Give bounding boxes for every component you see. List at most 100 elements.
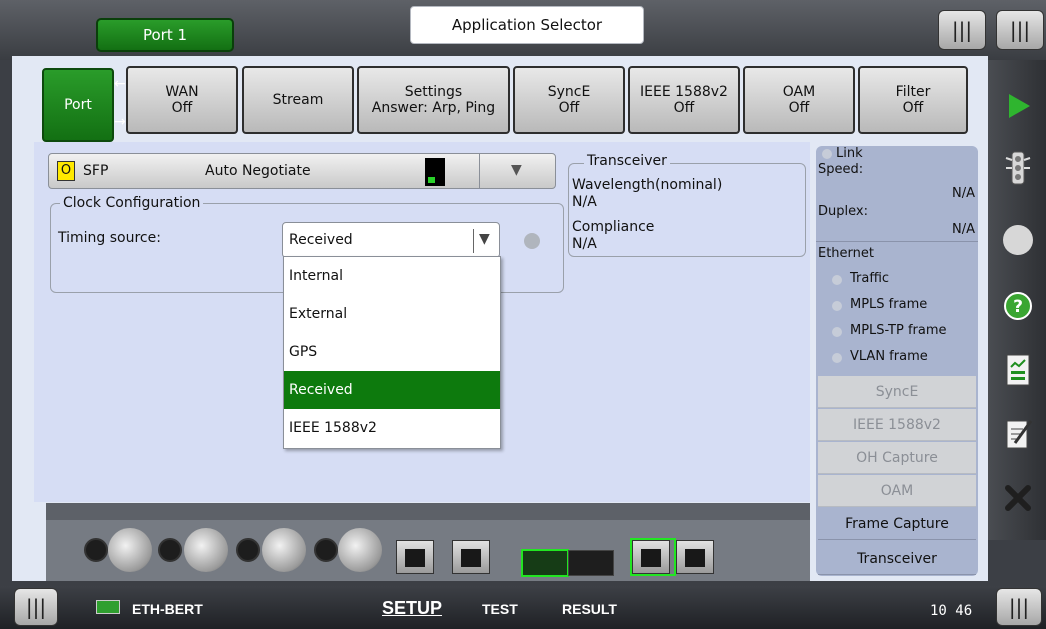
sfp-port-highlight bbox=[521, 549, 569, 577]
tab-wan[interactable]: WAN Off bbox=[126, 66, 238, 134]
dropdown-arrow-icon[interactable]: ▼ bbox=[479, 231, 490, 247]
play-icon[interactable] bbox=[998, 86, 1038, 126]
vlan-frame-label: VLAN frame bbox=[850, 349, 928, 364]
nav-test[interactable]: TEST bbox=[482, 601, 518, 617]
wavelength-value: N/A bbox=[572, 194, 597, 210]
tab-port[interactable]: Port bbox=[42, 68, 114, 142]
clock-configuration-legend: Clock Configuration bbox=[60, 195, 204, 211]
clock-display: 10 46 bbox=[930, 603, 973, 619]
interface-selector[interactable]: O SFP Auto Negotiate ▼ bbox=[48, 153, 556, 189]
option-received[interactable]: Received bbox=[284, 371, 500, 409]
tab-oam-label: OAM bbox=[782, 84, 816, 100]
tab-settings-label: Settings bbox=[404, 84, 463, 100]
application-selector-button[interactable]: Application Selector bbox=[410, 6, 644, 44]
traffic-light-icon[interactable] bbox=[998, 148, 1038, 188]
tab-stream-label: Stream bbox=[272, 92, 324, 108]
arrow-right-icon: → bbox=[114, 114, 126, 130]
app-name: ETH-BERT bbox=[132, 601, 203, 617]
menu-handle-icon[interactable]: ||| bbox=[938, 10, 986, 50]
tab-ieee-label: IEEE 1588v2 bbox=[640, 84, 728, 100]
negotiation-mode: Auto Negotiate bbox=[205, 163, 311, 179]
menu-handle-icon[interactable]: ||| bbox=[996, 10, 1044, 50]
bnc-connector bbox=[184, 528, 228, 572]
option-external[interactable]: External bbox=[284, 295, 500, 333]
help-icon[interactable]: ? bbox=[998, 286, 1038, 326]
close-icon[interactable] bbox=[998, 478, 1038, 518]
rj45-port bbox=[452, 540, 490, 574]
tab-filter[interactable]: Filter Off bbox=[858, 66, 968, 134]
tab-oam[interactable]: OAM Off bbox=[743, 66, 855, 134]
link-led bbox=[822, 149, 832, 159]
duplex-value: N/A bbox=[952, 222, 975, 237]
bnc-connector bbox=[338, 528, 382, 572]
compliance-value: N/A bbox=[572, 236, 597, 252]
timing-source-label: Timing source: bbox=[58, 230, 161, 246]
traffic-led bbox=[832, 275, 842, 285]
vlan-frame-led bbox=[832, 353, 842, 363]
tab-ieee-1588v2[interactable]: IEEE 1588v2 Off bbox=[628, 66, 740, 134]
bnc-connector bbox=[262, 528, 306, 572]
speed-label: Speed: bbox=[818, 162, 864, 177]
mpls-tp-frame-label: MPLS-TP frame bbox=[850, 323, 947, 338]
mpls-frame-label: MPLS frame bbox=[850, 297, 928, 312]
timing-status-led bbox=[524, 233, 540, 249]
timing-source-dropdown: Internal External GPS Received IEEE 1588… bbox=[283, 256, 501, 449]
traffic-label: Traffic bbox=[850, 271, 890, 286]
edit-icon[interactable] bbox=[998, 414, 1038, 454]
rj45-port bbox=[676, 540, 714, 574]
bnc-connector bbox=[108, 528, 152, 572]
tab-oam-status: Off bbox=[788, 100, 810, 116]
nav-result[interactable]: RESULT bbox=[562, 601, 617, 617]
tab-stream[interactable]: Stream bbox=[242, 66, 354, 134]
dropdown-arrow-icon[interactable]: ▼ bbox=[511, 162, 522, 178]
tab-ieee-status: Off bbox=[673, 100, 695, 116]
rj45-port bbox=[396, 540, 434, 574]
status-divider bbox=[816, 241, 978, 242]
option-ieee-1588v2[interactable]: IEEE 1588v2 bbox=[284, 409, 500, 447]
oh-capture-button[interactable]: OH Capture bbox=[818, 442, 976, 474]
tab-settings-status: Answer: Arp, Ping bbox=[371, 100, 496, 116]
wavelength-label: Wavelength(nominal) bbox=[572, 177, 723, 193]
bnc-connector-small bbox=[158, 538, 182, 562]
interface-type: SFP bbox=[83, 163, 109, 179]
tab-settings[interactable]: Settings Answer: Arp, Ping bbox=[357, 66, 510, 134]
menu-handle-icon[interactable]: ||| bbox=[14, 588, 58, 626]
speed-value: N/A bbox=[952, 186, 975, 201]
eth-bert-app-icon bbox=[96, 600, 120, 614]
bnc-connector-small bbox=[84, 538, 108, 562]
tab-port-label: Port bbox=[64, 97, 92, 113]
ieee-1588v2-status-button[interactable]: IEEE 1588v2 bbox=[818, 409, 976, 441]
selector-divider bbox=[479, 154, 480, 188]
transceiver-legend: Transceiver bbox=[584, 153, 670, 169]
port-1-tab[interactable]: Port 1 bbox=[96, 18, 234, 52]
duplex-label: Duplex: bbox=[818, 204, 868, 219]
bnc-connector-small bbox=[236, 538, 260, 562]
nav-setup[interactable]: SETUP bbox=[382, 598, 442, 619]
link-label: Link bbox=[836, 146, 863, 161]
mpls-tp-frame-led bbox=[832, 327, 842, 337]
option-internal[interactable]: Internal bbox=[284, 257, 500, 295]
bnc-connector-small bbox=[314, 538, 338, 562]
ethernet-label: Ethernet bbox=[818, 246, 874, 261]
tab-wan-label: WAN bbox=[165, 84, 199, 100]
menu-handle-icon[interactable]: ||| bbox=[996, 588, 1042, 626]
compliance-label: Compliance bbox=[572, 219, 655, 235]
tab-synce[interactable]: SyncE Off bbox=[513, 66, 625, 134]
tab-filter-label: Filter bbox=[895, 84, 931, 100]
option-gps[interactable]: GPS bbox=[284, 333, 500, 371]
select-divider bbox=[473, 229, 474, 253]
tab-synce-status: Off bbox=[558, 100, 580, 116]
report-icon[interactable] bbox=[998, 350, 1038, 390]
record-icon[interactable] bbox=[998, 220, 1038, 260]
tab-synce-label: SyncE bbox=[547, 84, 591, 100]
timing-source-select[interactable]: Received ▼ bbox=[282, 222, 500, 258]
synce-status-button[interactable]: SyncE bbox=[818, 376, 976, 408]
frame-capture-button[interactable]: Frame Capture bbox=[818, 508, 976, 540]
rj45-port-highlight bbox=[630, 538, 676, 576]
oam-status-button[interactable]: OAM bbox=[818, 475, 976, 507]
sfp-port bbox=[568, 550, 614, 576]
transceiver-button[interactable]: Transceiver bbox=[818, 543, 976, 575]
timing-source-value: Received bbox=[289, 232, 353, 248]
signal-level-icon bbox=[425, 158, 445, 186]
arrow-left-icon: ← bbox=[114, 76, 126, 92]
